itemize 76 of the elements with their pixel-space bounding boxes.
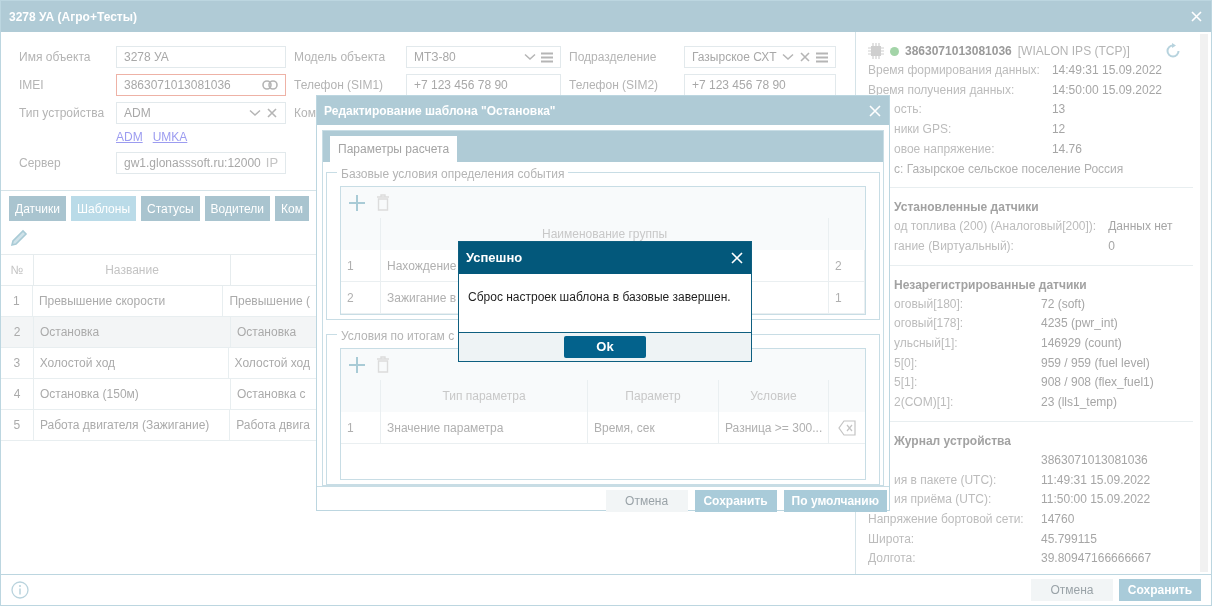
table-cell: 4	[1, 379, 34, 409]
info-value: 14:50:00 15.09.2022	[1051, 81, 1164, 99]
table-cell: 1	[341, 412, 381, 443]
section-title: Журнал устройства	[894, 432, 1011, 450]
info-label: Широта:	[868, 530, 915, 548]
info-label: Долгота:	[868, 550, 916, 568]
table-cell: Разница >= 300...	[719, 412, 829, 443]
info-value: 0	[1108, 237, 1116, 255]
table-cell: Остановка (150м)	[34, 379, 231, 409]
field-label: IMEI	[19, 77, 44, 94]
info-value: 14760	[1041, 510, 1076, 528]
info-value: 14:49:31 15.09.2022	[1051, 62, 1164, 79]
info-label: 2(COM)[1]:	[894, 394, 954, 412]
info-value: 11:50:00 15.09.2022	[1041, 491, 1152, 509]
section-title: Незарегистрированные датчики	[894, 276, 1087, 294]
table-cell: Время, сек	[588, 412, 719, 443]
info-value: 3863071013081036	[1041, 451, 1149, 469]
info-value: 39.80947166666667	[1041, 550, 1153, 568]
message-text: Сброс настроек шаблона в базовые завершен.	[468, 289, 732, 306]
field-label: Телефон (SIM1)	[294, 77, 384, 94]
table-cell: 1	[1, 286, 33, 316]
info-value: 13	[1051, 101, 1067, 119]
table-cell: Превышение скорости	[32, 286, 224, 316]
section-title: Установленные датчики	[894, 199, 1039, 217]
window-title: 3278 УА (Агро+Тесты)	[9, 8, 137, 26]
suffix-label: IP	[265, 154, 279, 173]
field-label: Сервер	[19, 155, 61, 172]
table-cell: Работа двигателя (Зажигание)	[33, 410, 231, 440]
info-value: 23 (lls1_temp)	[1041, 394, 1119, 412]
table-cell: 2	[1, 317, 34, 347]
info-label: ульсный[1]:	[894, 335, 958, 353]
table-cell: Холостой ход	[33, 348, 229, 378]
info-label: гание (Виртуальный):	[894, 237, 1014, 255]
field-label: Ком	[294, 105, 316, 122]
info-value: 45.799115	[1041, 530, 1098, 548]
table-cell: 5	[1, 410, 34, 440]
info-value: 908 / 908 (flex_fuel1)	[1041, 374, 1155, 392]
info-value: 72 (soft)	[1041, 295, 1086, 313]
table-cell: 1	[829, 282, 865, 313]
info-value: 146929 (count)	[1041, 335, 1123, 353]
info-label: Время получения данных:	[868, 81, 1015, 99]
dialog-title: Редактирование шаблона "Остановка"	[324, 102, 556, 120]
protocol-label: [WIALON IPS (TCP)]	[1017, 43, 1130, 60]
info-label: Время формирования данных:	[868, 62, 1040, 79]
dialog-title: Успешно	[466, 249, 523, 268]
table-cell: Значение параметра	[381, 412, 588, 443]
info-label: 5[1]:	[894, 374, 918, 392]
field-label: Имя объекта	[19, 49, 91, 66]
fieldset-legend: Базовые условия определения события	[337, 165, 569, 183]
info-value: 11:49:31 15.09.2022	[1041, 471, 1152, 489]
address-text: с: Газырское сельское поселение Россия	[894, 160, 1124, 178]
info-label: од топлива (200) (Аналоговый[200]):	[894, 218, 1097, 236]
table-cell: 2	[829, 250, 865, 281]
info-label: оговый[178]:	[894, 315, 964, 333]
info-label: ники GPS:	[894, 121, 952, 139]
info-value: Данных нет	[1108, 218, 1174, 236]
field-label: Тип устройства	[19, 105, 105, 122]
info-value: 14.76	[1051, 140, 1083, 158]
info-label: ость:	[894, 101, 922, 119]
field-label: Модель объекта	[294, 49, 386, 66]
info-value: 959 / 959 (fuel level)	[1041, 354, 1151, 372]
table-cell: 2	[341, 282, 381, 313]
field-label: Подразделение	[569, 49, 657, 66]
field-label: Телефон (SIM2)	[569, 77, 659, 94]
device-id: 3863071013081036	[905, 43, 1012, 60]
table-cell: 3	[1, 348, 34, 378]
info-label: ия приёма (UTC):	[894, 491, 992, 509]
info-value: 4235 (pwr_int)	[1041, 315, 1119, 333]
info-label: овое напряжение:	[894, 140, 995, 158]
info-label: оговый[180]:	[894, 295, 964, 313]
info-label: ия в пакете (UTC):	[894, 471, 997, 489]
table-cell: Остановка	[34, 317, 231, 347]
info-value: 12	[1051, 121, 1067, 139]
info-label: Напряжение бортовой сети:	[868, 510, 1024, 528]
table-cell: 1	[341, 250, 381, 281]
info-label: 5[0]:	[894, 354, 918, 372]
